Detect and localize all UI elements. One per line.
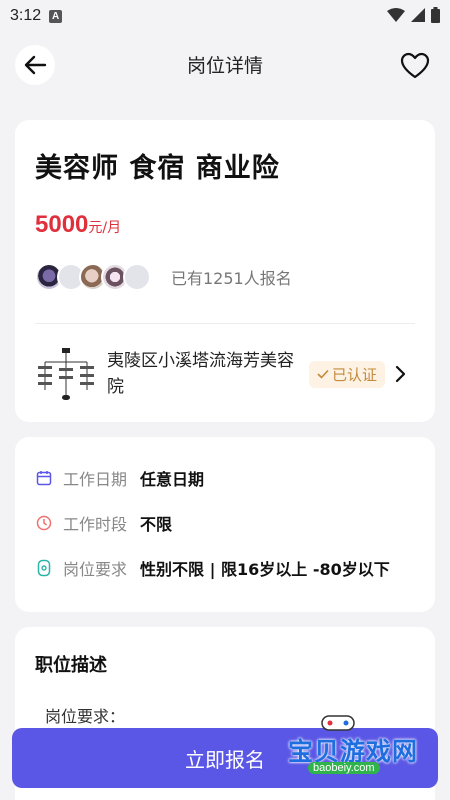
info-value: 性别不限 | 限16岁以上 -80岁以下	[140, 560, 390, 579]
favorite-button[interactable]	[400, 52, 430, 80]
salary: 5000元/月	[35, 211, 415, 239]
info-value: 不限	[140, 515, 173, 534]
clock-icon	[35, 514, 53, 532]
job-summary-card: 美容师 食宿 商业险 5000元/月 已有1251人报名 夷陵区小溪塔流海芳美容…	[15, 120, 435, 422]
status-indicators	[387, 7, 440, 23]
applicants-row: 已有1251人报名	[35, 263, 415, 291]
company-name: 夷陵区小溪塔流海芳美容院	[107, 351, 294, 397]
salary-amount: 5000	[35, 211, 89, 238]
status-bar: 3:12 A	[0, 0, 450, 32]
check-icon	[317, 369, 329, 379]
page-title: 岗位详情	[186, 54, 263, 77]
divider	[35, 323, 415, 324]
info-label: 工作日期	[63, 470, 128, 489]
info-label: 工作时段	[63, 515, 128, 534]
info-row-time: 工作时段 不限	[35, 512, 415, 534]
heart-icon	[400, 52, 430, 79]
back-button[interactable]	[15, 45, 55, 85]
watermark-url: baobeiy.com	[308, 762, 380, 774]
requirement-icon	[35, 559, 53, 577]
company-logo	[38, 348, 94, 400]
company-row[interactable]: 夷陵区小溪塔流海芳美容院 已认证	[35, 344, 415, 404]
notification-a-icon: A	[49, 9, 63, 23]
arrow-left-icon	[24, 55, 47, 75]
description-title: 职位描述	[35, 655, 107, 676]
battery-icon	[431, 7, 440, 23]
info-row-requirement: 岗位要求 性别不限 | 限16岁以上 -80岁以下	[35, 557, 415, 579]
info-label: 岗位要求	[63, 560, 128, 579]
applicant-count: 已有1251人报名	[171, 269, 292, 288]
avatar	[123, 263, 151, 291]
job-title: 美容师 食宿 商业险	[35, 153, 280, 184]
gamepad-icon	[321, 715, 355, 731]
verified-badge: 已认证	[309, 360, 386, 388]
calendar-icon	[35, 469, 53, 487]
wifi-icon	[387, 8, 405, 22]
job-info-card: 工作日期 任意日期 工作时段 不限 岗位要求 性别不限 | 限16岁以上 -80…	[15, 437, 435, 612]
chevron-right-icon	[395, 365, 406, 383]
header: 岗位详情	[0, 32, 450, 102]
watermark: 宝贝游戏网 baobeiy.com	[270, 712, 430, 788]
signal-icon	[411, 8, 425, 22]
info-value: 任意日期	[140, 470, 205, 489]
applicant-avatars	[35, 263, 151, 291]
salary-unit: 元/月	[88, 220, 122, 236]
status-time: 3:12	[10, 7, 42, 24]
info-row-date: 工作日期 任意日期	[35, 467, 415, 489]
verified-label: 已认证	[332, 365, 378, 384]
